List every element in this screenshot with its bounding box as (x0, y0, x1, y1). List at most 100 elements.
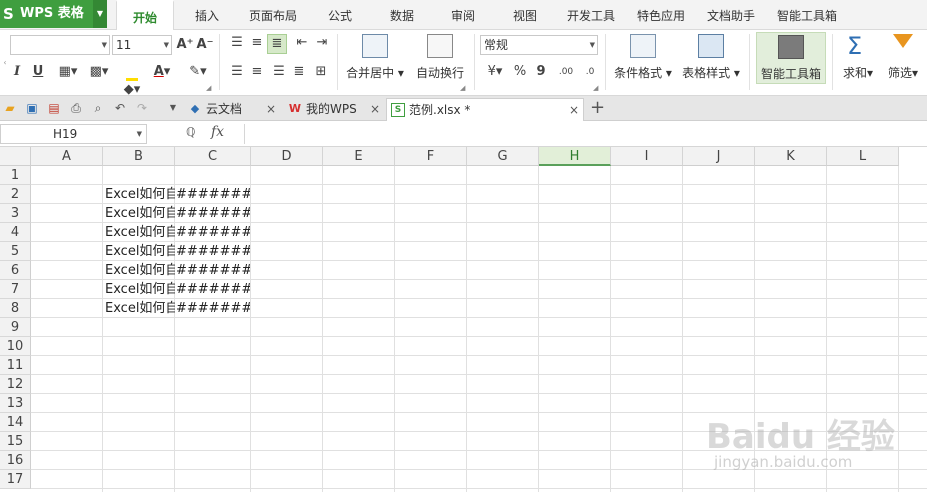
close-icon[interactable]: × (266, 98, 276, 120)
row-header-14[interactable]: 14 (0, 413, 31, 432)
undo-icon[interactable]: ↶ (112, 100, 128, 116)
doc-tab-example-xlsx[interactable]: S 范例.xlsx * × (386, 98, 584, 121)
column-header-c[interactable]: C (175, 147, 251, 166)
column-header-k[interactable]: K (755, 147, 827, 166)
decrease-indent-icon[interactable]: ⇤ (293, 34, 311, 52)
column-header-h[interactable]: H (539, 147, 611, 166)
close-icon[interactable]: × (569, 99, 579, 121)
column-header-b[interactable]: B (103, 147, 175, 166)
justify-icon[interactable]: ≣ (290, 63, 308, 81)
row-header-10[interactable]: 10 (0, 337, 31, 356)
grow-font-icon[interactable]: A⁺ (176, 36, 194, 54)
doc-tab-cloud[interactable]: ◆ 云文档 × (184, 98, 280, 121)
doc-tab-my-wps[interactable]: W 我的WPS × (284, 98, 384, 121)
menu-tab-insert[interactable]: 插入 (183, 0, 231, 30)
menu-tab-formulas[interactable]: 公式 (318, 0, 362, 30)
row-header-15[interactable]: 15 (0, 432, 31, 451)
conditional-format-button[interactable]: 条件格式 ▾ (610, 30, 676, 94)
app-logo-button[interactable]: S WPS 表格 ▼ (0, 0, 107, 28)
insert-function-icon[interactable]: fx (211, 124, 224, 140)
align-top-icon[interactable]: ☰ (228, 34, 246, 52)
cell-b8[interactable]: Excel如何自 (105, 299, 175, 318)
export-pdf-icon[interactable]: ▤ (46, 100, 62, 116)
cell-b6[interactable]: Excel如何自 (105, 261, 175, 280)
clear-format-icon[interactable]: ✎▾ (186, 63, 210, 81)
align-center-icon[interactable]: ≡ (248, 63, 266, 81)
column-header-g[interactable]: G (467, 147, 539, 166)
increase-indent-icon[interactable]: ⇥ (313, 34, 331, 52)
cell-c2[interactable]: ######### (176, 185, 250, 204)
italic-button[interactable]: I (10, 63, 24, 81)
fill-color-icon[interactable]: ◆▾ (120, 63, 144, 99)
percent-format-button[interactable]: % (512, 63, 528, 81)
alignment-dialog-launcher-icon[interactable]: ◢ (460, 84, 465, 92)
cell-c8[interactable]: ######### (176, 299, 250, 318)
open-folder-icon[interactable]: ▰ (2, 100, 18, 116)
select-all-corner[interactable] (0, 147, 31, 166)
row-header-3[interactable]: 3 (0, 204, 31, 223)
smart-toolbox-button[interactable]: 智能工具箱 (756, 32, 826, 84)
menu-tab-doc-assistant[interactable]: 文档助手 (702, 0, 760, 30)
formula-input[interactable] (244, 124, 927, 144)
cell-b7[interactable]: Excel如何自 (105, 280, 175, 299)
row-header-17[interactable]: 17 (0, 470, 31, 489)
distributed-icon[interactable]: ⊞ (311, 63, 331, 81)
row-header-7[interactable]: 7 (0, 280, 31, 299)
font-size-select[interactable]: 11 ▼ (112, 35, 172, 55)
column-header-d[interactable]: D (251, 147, 323, 166)
column-header-j[interactable]: J (683, 147, 755, 166)
shrink-font-icon[interactable]: A⁻ (196, 36, 214, 54)
sum-button[interactable]: Σ 求和▾ (837, 30, 879, 94)
zoom-icon[interactable]: ℚ (186, 125, 195, 139)
cell-c6[interactable]: ######### (176, 261, 250, 280)
align-left-icon[interactable]: ☰ (228, 63, 246, 81)
row-header-8[interactable]: 8 (0, 299, 31, 318)
cell-borders-style-icon[interactable]: ▩▾ (86, 63, 112, 81)
column-header-l[interactable]: L (827, 147, 899, 166)
increase-decimal-button[interactable]: .00 (556, 63, 576, 81)
new-tab-plus-icon[interactable]: + (590, 99, 605, 117)
redo-icon[interactable]: ↷ (134, 100, 150, 116)
align-right-icon[interactable]: ☰ (270, 63, 288, 81)
filter-button[interactable]: 筛选▾ (881, 30, 925, 94)
cell-c4[interactable]: ######### (176, 223, 250, 242)
cell-c3[interactable]: ######### (176, 204, 250, 223)
cell-b2[interactable]: Excel如何自 (105, 185, 175, 204)
decrease-decimal-button[interactable]: .0 (580, 63, 600, 81)
cell-b4[interactable]: Excel如何自 (105, 223, 175, 242)
name-box[interactable]: H19 ▼ (0, 124, 147, 144)
menu-tab-special[interactable]: 特色应用 (632, 0, 690, 30)
row-header-16[interactable]: 16 (0, 451, 31, 470)
menu-tab-home[interactable]: 开始 (116, 0, 174, 31)
row-header-9[interactable]: 9 (0, 318, 31, 337)
cell-b5[interactable]: Excel如何自 (105, 242, 175, 261)
number-dialog-launcher-icon[interactable]: ◢ (593, 84, 598, 92)
underline-button[interactable]: U (30, 63, 46, 81)
print-preview-icon[interactable]: ⌕ (90, 100, 106, 116)
menu-tab-page-layout[interactable]: 页面布局 (243, 0, 303, 30)
font-dialog-launcher-icon[interactable]: ◢ (206, 84, 211, 92)
row-header-11[interactable]: 11 (0, 356, 31, 375)
menu-tab-smart-tools[interactable]: 智能工具箱 (772, 0, 842, 30)
column-header-a[interactable]: A (31, 147, 103, 166)
align-bottom-icon[interactable]: ≣ (267, 34, 287, 54)
column-header-e[interactable]: E (323, 147, 395, 166)
cell-c5[interactable]: ######### (176, 242, 250, 261)
app-menu-dropdown-icon[interactable]: ▼ (93, 0, 107, 28)
row-header-4[interactable]: 4 (0, 223, 31, 242)
row-header-12[interactable]: 12 (0, 375, 31, 394)
row-header-2[interactable]: 2 (0, 185, 31, 204)
thousands-separator-button[interactable]: 9 (534, 63, 548, 81)
font-name-select[interactable]: ▼ (10, 35, 110, 55)
menu-tab-developer[interactable]: 开发工具 (562, 0, 620, 30)
quick-access-dropdown-icon[interactable]: ▼ (165, 100, 181, 116)
table-style-button[interactable]: 表格样式 ▾ (678, 30, 744, 94)
column-header-i[interactable]: I (611, 147, 683, 166)
borders-icon[interactable]: ▦▾ (55, 63, 81, 81)
row-header-13[interactable]: 13 (0, 394, 31, 413)
menu-tab-review[interactable]: 审阅 (441, 0, 485, 30)
cell-b3[interactable]: Excel如何自 (105, 204, 175, 223)
ribbon-scroll-left-icon[interactable]: ‹ (1, 54, 9, 72)
save-icon[interactable]: ▣ (24, 100, 40, 116)
row-header-6[interactable]: 6 (0, 261, 31, 280)
